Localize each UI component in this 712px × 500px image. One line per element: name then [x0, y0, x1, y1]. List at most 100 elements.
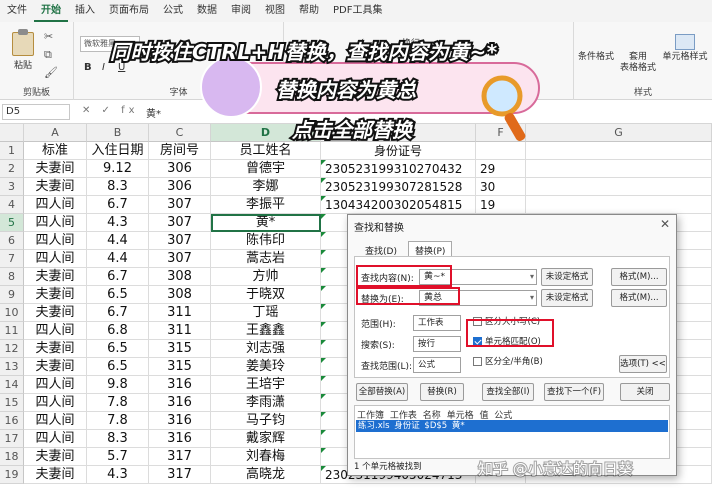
replace-format-button[interactable]: 格式(M)...	[611, 289, 667, 307]
cell[interactable]: 307	[149, 250, 211, 268]
conditional-format-button[interactable]: 条件格式	[576, 52, 616, 63]
cell[interactable]: 6.5	[87, 358, 149, 376]
cell[interactable]: 四人间	[24, 376, 87, 394]
cell[interactable]: 高晓龙	[211, 466, 321, 484]
cell[interactable]: 7.8	[87, 412, 149, 430]
cell[interactable]: 317	[149, 448, 211, 466]
cell[interactable]: 30	[476, 178, 526, 196]
menu-item[interactable]: 帮助	[292, 0, 326, 22]
cell[interactable]: 19	[476, 196, 526, 214]
cell[interactable]: 标准	[24, 142, 87, 160]
cell[interactable]: 315	[149, 358, 211, 376]
cell[interactable]: 308	[149, 286, 211, 304]
wrap-text-button[interactable]: 换行	[402, 36, 420, 49]
menu-item[interactable]: 审阅	[224, 0, 258, 22]
cell[interactable]: 315	[149, 340, 211, 358]
column-header[interactable]: C	[149, 124, 211, 142]
cell[interactable]: 员工姓名	[211, 142, 321, 160]
cell[interactable]	[476, 142, 526, 160]
cell[interactable]: 5.7	[87, 448, 149, 466]
font-name-dropdown[interactable]: 微软雅黑	[80, 36, 140, 52]
cell[interactable]: 6.7	[87, 268, 149, 286]
cell[interactable]: 夫妻间	[24, 304, 87, 322]
row-header[interactable]: 3	[0, 178, 24, 196]
column-header[interactable]: F	[476, 124, 526, 142]
cell[interactable]: 9.8	[87, 376, 149, 394]
cell[interactable]: 夫妻间	[24, 268, 87, 286]
cell[interactable]: 四人间	[24, 232, 87, 250]
row-header[interactable]: 12	[0, 340, 24, 358]
cell[interactable]: 307	[149, 214, 211, 232]
cell[interactable]	[526, 160, 712, 178]
row-header[interactable]: 19	[0, 466, 24, 484]
formula-input[interactable]: 黄*	[146, 105, 161, 120]
row-header[interactable]: 14	[0, 376, 24, 394]
menu-item[interactable]: 插入	[68, 0, 102, 22]
italic-button[interactable]: I	[102, 62, 105, 73]
row-header[interactable]: 15	[0, 394, 24, 412]
table-format-button[interactable]: 套用 表格格式	[616, 52, 660, 74]
cell[interactable]: 7.8	[87, 394, 149, 412]
cell[interactable]: 姜美玲	[211, 358, 321, 376]
cell[interactable]: 于晓双	[211, 286, 321, 304]
cell[interactable]: 四人间	[24, 322, 87, 340]
select-all-corner[interactable]	[0, 124, 24, 142]
cell[interactable]: 夫妻间	[24, 160, 87, 178]
menu-item[interactable]: 开始	[34, 0, 68, 22]
find-next-button[interactable]: 查找下一个(F)	[544, 383, 604, 401]
cell[interactable]: 316	[149, 394, 211, 412]
results-list[interactable]: 工作簿 工作表 名称 单元格 值 公式 练习.xls 身份证 $D$5 黄*	[354, 405, 670, 459]
find-all-button[interactable]: 查找全部(I)	[482, 383, 534, 401]
cell[interactable]: 刘春梅	[211, 448, 321, 466]
cell[interactable]: 308	[149, 268, 211, 286]
cell[interactable]: 306	[149, 160, 211, 178]
cell[interactable]: 6.5	[87, 286, 149, 304]
cut-icon[interactable]: ✂	[44, 30, 53, 43]
row-header[interactable]: 2	[0, 160, 24, 178]
format-painter-icon[interactable]: 🖌	[44, 66, 58, 79]
find-format-button[interactable]: 格式(M)...	[611, 268, 667, 286]
underline-button[interactable]: U	[118, 62, 125, 73]
chevron-down-icon[interactable]: ▾	[530, 291, 534, 305]
row-header[interactable]: 7	[0, 250, 24, 268]
cell[interactable]: 29	[476, 160, 526, 178]
row-header[interactable]: 6	[0, 232, 24, 250]
cell[interactable]: 6.8	[87, 322, 149, 340]
menu-item[interactable]: 公式	[156, 0, 190, 22]
cell[interactable]: 刘志强	[211, 340, 321, 358]
cell[interactable]: 夫妻间	[24, 448, 87, 466]
cell[interactable]: 李娜	[211, 178, 321, 196]
cell[interactable]: 316	[149, 376, 211, 394]
row-header[interactable]: 13	[0, 358, 24, 376]
cell[interactable]: 9.12	[87, 160, 149, 178]
row-header[interactable]: 5	[0, 214, 24, 232]
cell[interactable]: 房间号	[149, 142, 211, 160]
menu-item[interactable]: 文件	[0, 0, 34, 22]
close-icon[interactable]: ✕	[660, 217, 670, 231]
row-header[interactable]: 8	[0, 268, 24, 286]
menu-item[interactable]: 视图	[258, 0, 292, 22]
cell[interactable]: 四人间	[24, 430, 87, 448]
cell[interactable]: 夫妻间	[24, 466, 87, 484]
cell[interactable]: 李振平	[211, 196, 321, 214]
cell[interactable]: 316	[149, 430, 211, 448]
cell[interactable]: 夫妻间	[24, 358, 87, 376]
close-button[interactable]: 关闭	[620, 383, 670, 401]
row-header[interactable]: 17	[0, 430, 24, 448]
bold-button[interactable]: B	[84, 62, 92, 73]
cell[interactable]: 6.7	[87, 304, 149, 322]
row-header[interactable]: 1	[0, 142, 24, 160]
cell[interactable]: 夫妻间	[24, 178, 87, 196]
cell[interactable]: 蒿志岩	[211, 250, 321, 268]
replace-all-button[interactable]: 全部替换(A)	[356, 383, 408, 401]
menu-item[interactable]: 数据	[190, 0, 224, 22]
cell[interactable]: 307	[149, 196, 211, 214]
options-button[interactable]: 选项(T) <<	[619, 355, 667, 373]
cell[interactable]: 丁瑶	[211, 304, 321, 322]
menu-item[interactable]: PDF工具集	[326, 0, 389, 22]
column-header[interactable]: E	[321, 124, 476, 142]
cell[interactable]: 四人间	[24, 394, 87, 412]
cell[interactable]: 8.3	[87, 178, 149, 196]
column-header[interactable]: B	[87, 124, 149, 142]
row-header[interactable]: 4	[0, 196, 24, 214]
